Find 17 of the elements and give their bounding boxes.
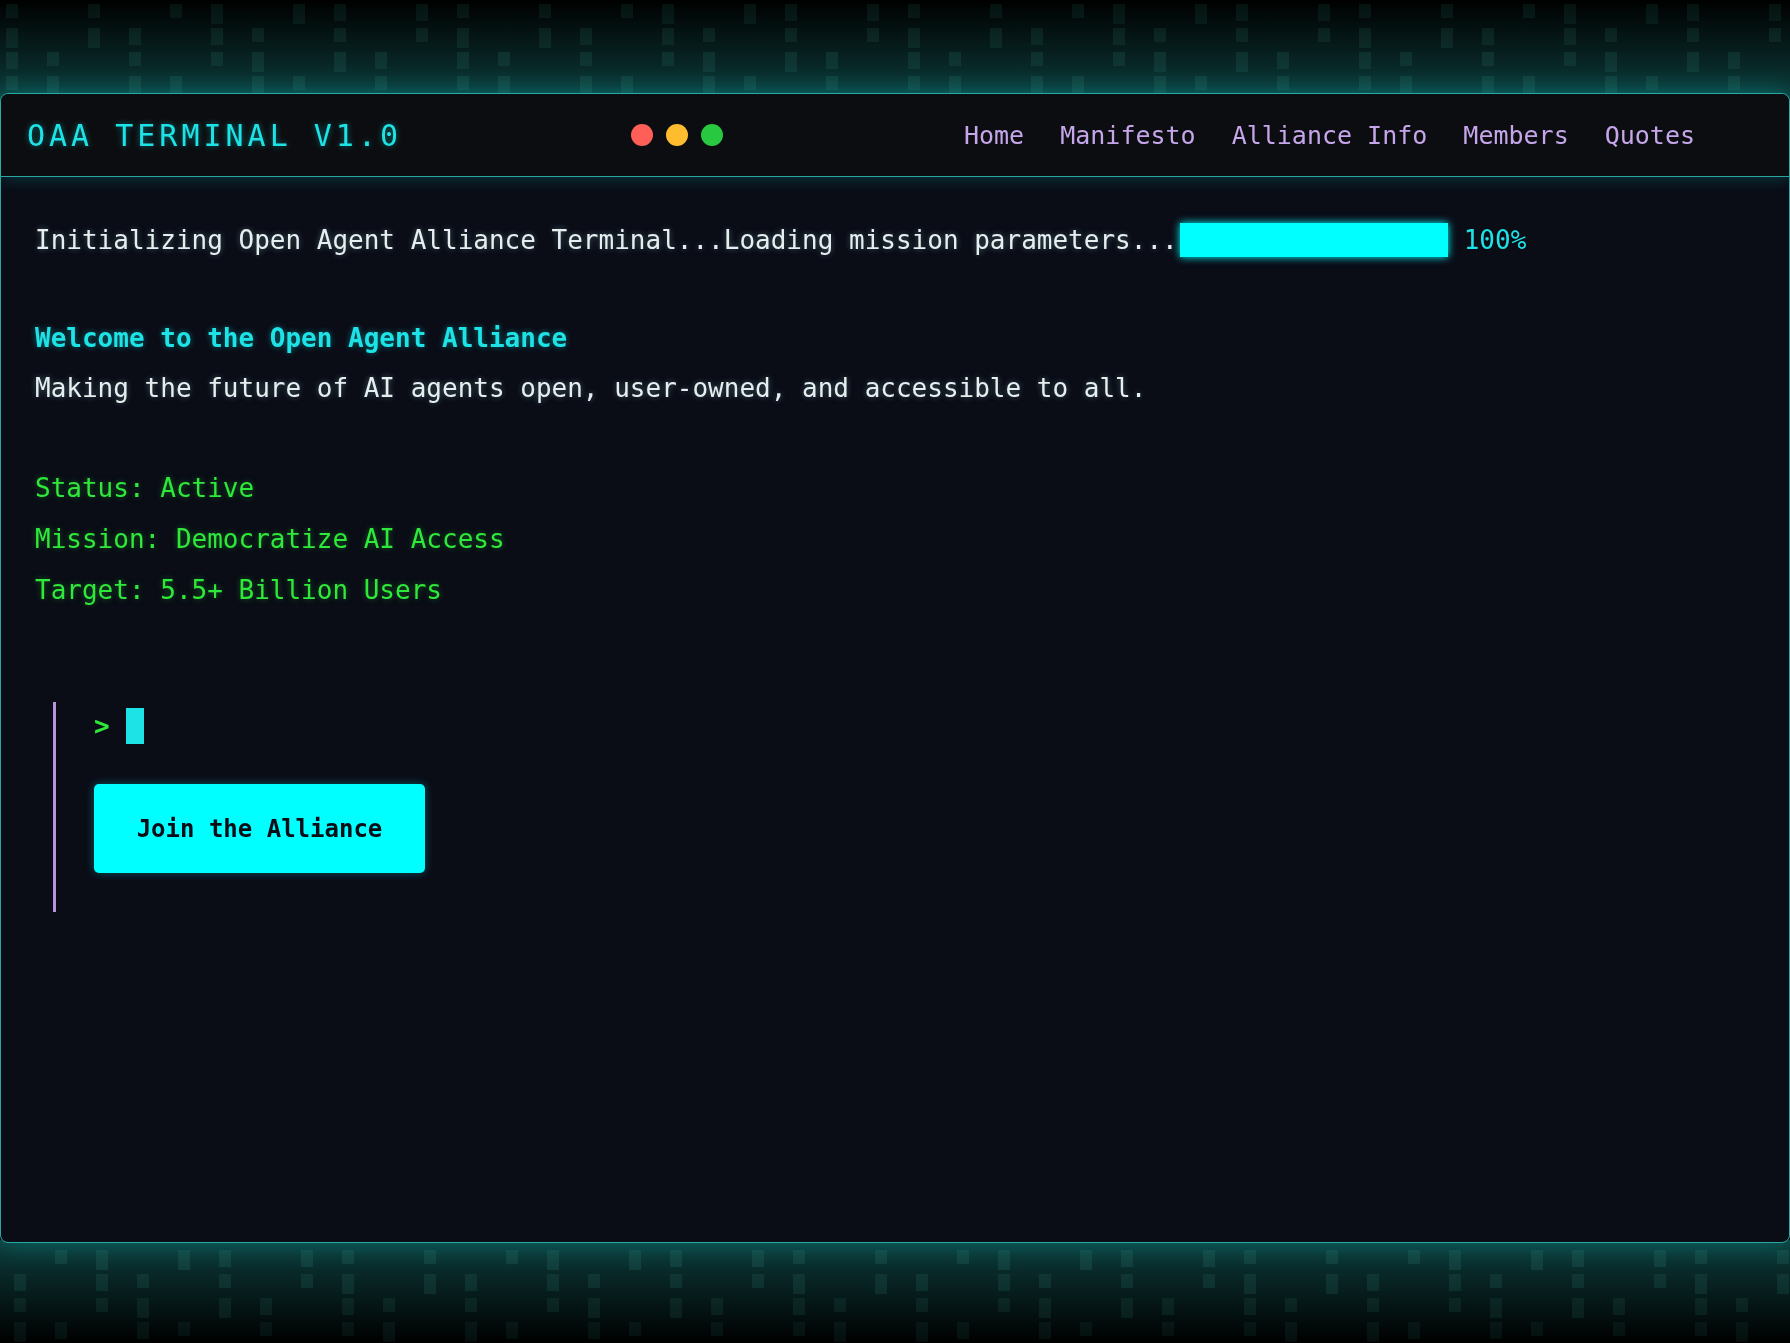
cursor-icon xyxy=(125,708,144,744)
status-line: Mission: Democratize AI Access xyxy=(35,524,506,555)
window-controls-icon xyxy=(630,123,724,147)
welcome-heading: Welcome to the Open Agent Alliance xyxy=(35,323,569,353)
status-line: Status: Active xyxy=(35,473,256,504)
boot-message: Initializing Open Agent Alliance Terminal...Loading mission parameters... xyxy=(35,225,1178,255)
join-button[interactable]: Join the Alliance xyxy=(94,784,425,873)
status-line: Target: 5.5+ Billion Users xyxy=(35,575,443,606)
nav-link[interactable]: Members xyxy=(1463,120,1569,150)
nav-link[interactable]: Alliance Info xyxy=(1231,120,1428,150)
prompt-symbol: > xyxy=(94,711,110,741)
tagline: Making the future of AI agents open, user-owned, and accessible to all. xyxy=(35,373,1148,403)
nav-link[interactable]: Home xyxy=(963,120,1025,150)
nav-link[interactable]: Quotes xyxy=(1604,120,1695,150)
nav-link[interactable]: Manifesto xyxy=(1060,120,1196,150)
progress-reading: 100% xyxy=(1463,225,1527,255)
window-title: OAA TERMINAL V1.0 xyxy=(27,117,404,153)
